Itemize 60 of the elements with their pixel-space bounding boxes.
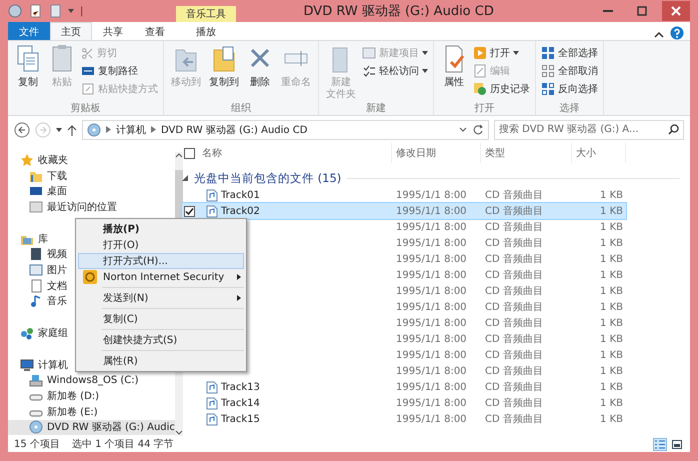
window-title: DVD RW 驱动器 (G:) Audio CD xyxy=(304,3,494,20)
date-cell-text: 1995/1/1 8:00 xyxy=(395,302,468,312)
date-cell-text: 1995/1/1 8:00 xyxy=(395,398,468,408)
group-label: 剪贴板 xyxy=(70,102,102,115)
type-cell-text: CD 音频曲目 xyxy=(484,332,544,346)
item-count: 15 个项目 xyxy=(14,438,60,451)
type-cell-text: CD 音频曲目 xyxy=(484,412,544,426)
size-cell-text: 1 KB xyxy=(599,238,624,248)
date-cell-text: 1995/1/1 8:00 xyxy=(395,254,468,264)
type-cell-text: CD 音频曲目 xyxy=(484,188,544,202)
file-name: Track14 xyxy=(221,398,260,408)
size-cell-text: 1 KB xyxy=(599,270,624,280)
selection-info: 选中 1 个项目 44 字节 xyxy=(72,438,174,451)
size-cell-text: 1 KB xyxy=(599,414,624,424)
date-cell-text: 1995/1/1 8:00 xyxy=(395,334,468,344)
size-cell-text: 1 KB xyxy=(599,222,624,232)
size-cell-text: 1 KB xyxy=(599,286,624,296)
group-label: 组织 xyxy=(230,102,252,115)
date-cell-text: 1995/1/1 8:00 xyxy=(395,350,468,360)
size-cell-text: 1 KB xyxy=(599,334,624,344)
size-cell-text: 1 KB xyxy=(599,302,624,312)
size-cell-text: 1 KB xyxy=(599,366,624,376)
date-cell-text: 1995/1/1 8:00 xyxy=(395,190,468,200)
type-cell-text: CD 音频曲目 xyxy=(484,268,544,282)
date-cell-text: 1995/1/1 8:00 xyxy=(395,366,468,376)
size-cell-text: 1 KB xyxy=(599,254,624,264)
type-cell-text: CD 音频曲目 xyxy=(484,364,544,378)
file-name: Track01 xyxy=(221,190,260,200)
type-cell-text: CD 音频曲目 xyxy=(484,252,544,266)
type-cell-text: CD 音频曲目 xyxy=(484,316,544,330)
size-cell-text: 1 KB xyxy=(599,350,624,360)
size-cell-text: 1 KB xyxy=(599,382,624,392)
type-cell-text: CD 音频曲目 xyxy=(484,348,544,362)
type-cell-text: CD 音频曲目 xyxy=(484,396,544,410)
type-cell-text: CD 音频曲目 xyxy=(484,236,544,250)
date-cell-text: 1995/1/1 8:00 xyxy=(395,206,468,216)
group-label: 新建 xyxy=(365,102,387,115)
date-cell-text: 1995/1/1 8:00 xyxy=(395,414,468,424)
type-cell-text: CD 音频曲目 xyxy=(484,284,544,298)
date-cell-text: 1995/1/1 8:00 xyxy=(395,318,468,328)
group-label: 打开 xyxy=(474,102,496,115)
size-cell-text: 1 KB xyxy=(599,398,624,408)
type-cell-text: CD 音频曲目 xyxy=(484,380,544,394)
size-cell-text: 1 KB xyxy=(599,206,624,216)
date-cell-text: 1995/1/1 8:00 xyxy=(395,270,468,280)
file-name: Track15 xyxy=(221,414,260,424)
toolbar-separator: | xyxy=(80,6,84,16)
size-cell-text: 1 KB xyxy=(599,190,624,200)
file-name: Track02 xyxy=(221,206,260,216)
type-cell-text: CD 音频曲目 xyxy=(484,300,544,314)
group-label: 选择 xyxy=(558,102,580,115)
file-name: Track13 xyxy=(221,382,260,392)
type-cell-text: CD 音频曲目 xyxy=(484,220,544,234)
date-cell-text: 1995/1/1 8:00 xyxy=(395,238,468,248)
date-cell-text: 1995/1/1 8:00 xyxy=(395,222,468,232)
contextual-tab-header: 音乐工具 xyxy=(176,6,236,22)
type-cell-text: CD 音频曲目 xyxy=(484,204,544,218)
size-cell-text: 1 KB xyxy=(599,318,624,328)
date-cell-text: 1995/1/1 8:00 xyxy=(395,286,468,296)
date-cell-text: 1995/1/1 8:00 xyxy=(395,382,468,392)
